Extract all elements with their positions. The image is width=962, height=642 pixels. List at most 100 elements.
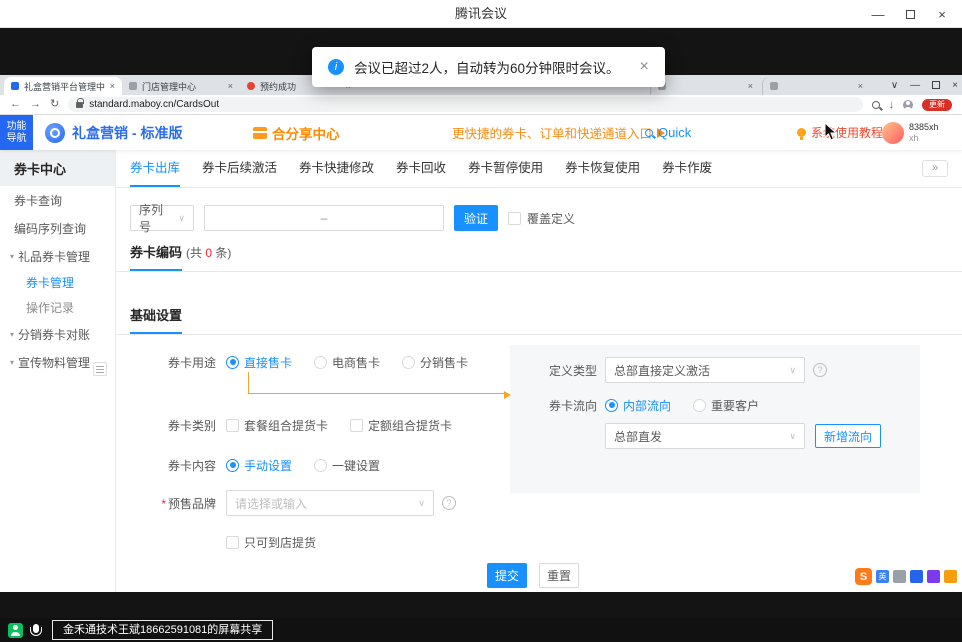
browser-maximize-icon[interactable] <box>932 81 940 89</box>
card-usage-label: 券卡用途 <box>116 354 226 371</box>
quick-search[interactable]: Quick <box>645 115 691 150</box>
plugin-icon-3[interactable] <box>927 570 940 583</box>
content-option-onekey[interactable]: 一键设置 <box>314 457 380 474</box>
tab-card-recall[interactable]: 券卡回收 <box>396 150 446 187</box>
microphone-icon[interactable] <box>33 624 39 633</box>
radio-selected-icon[interactable] <box>605 399 618 412</box>
radio-selected-icon[interactable] <box>226 356 239 369</box>
url-bar[interactable]: standard.maboy.cn/CardsOut <box>68 97 862 112</box>
category-option-combo[interactable]: 套餐组合提货卡 <box>226 417 328 434</box>
tab-close-icon[interactable]: × <box>858 81 863 91</box>
serial-field-select[interactable]: 序列号 ∨ <box>130 205 194 231</box>
verify-button[interactable]: 验证 <box>454 205 498 231</box>
forward-icon[interactable]: → <box>30 99 41 110</box>
tab-label: 门店管理中心 <box>142 80 223 93</box>
usage-option-ecommerce[interactable]: 电商售卡 <box>314 354 380 371</box>
tab-card-pause[interactable]: 券卡暂停使用 <box>468 150 543 187</box>
category-option-fixed[interactable]: 定额组合提货卡 <box>350 417 452 434</box>
refresh-icon[interactable]: ↻ <box>50 99 59 110</box>
browser-minimize-icon[interactable]: — <box>910 80 920 91</box>
content-option-manual[interactable]: 手动设置 <box>226 457 292 474</box>
sidebar-item-code-serial-query[interactable]: 编码序列查询 <box>0 214 115 242</box>
browser-close-icon[interactable]: × <box>952 80 958 91</box>
checkbox-icon[interactable] <box>226 419 239 432</box>
toast-close-icon[interactable]: × <box>640 58 649 76</box>
tab-card-void[interactable]: 券卡作废 <box>662 150 712 187</box>
tab-close-icon[interactable]: × <box>110 81 115 91</box>
profile-icon[interactable] <box>903 100 913 110</box>
add-flow-button[interactable]: 新增流向 <box>815 424 881 448</box>
nav-toggle-button[interactable]: 功能导航 <box>0 115 33 150</box>
help-icon[interactable]: ? <box>442 496 456 510</box>
tab-card-resume[interactable]: 券卡恢复使用 <box>565 150 640 187</box>
presale-brand-select[interactable]: 请选择或输入 ∨ <box>226 490 434 516</box>
tab-card-followup-activate[interactable]: 券卡后续激活 <box>202 150 277 187</box>
browser-tab-active[interactable]: 礼盒营销平台管理中心 × <box>4 77 122 95</box>
tabs-collapse-button[interactable]: » <box>922 160 948 177</box>
store-only-checkbox[interactable]: 只可到店提货 <box>226 534 316 551</box>
checkbox-icon[interactable] <box>508 212 521 225</box>
sidebar-collapse-icon[interactable] <box>93 362 107 376</box>
app-header: 功能导航 礼盒营销 - 标准版 合分享中心 更快捷的券卡、订单和快递通道入口 Q… <box>0 115 962 150</box>
radio-selected-icon[interactable] <box>226 459 239 472</box>
define-type-label: 定义类型 <box>510 362 605 379</box>
flow-option-vip[interactable]: 重要客户 <box>693 397 759 414</box>
flow-connector-arrow <box>248 372 508 394</box>
browser-tab[interactable]: × <box>650 77 760 95</box>
flow-target-select[interactable]: 总部直发 ∨ <box>605 423 805 449</box>
checkbox-icon[interactable] <box>350 419 363 432</box>
browser-tab[interactable]: × <box>762 77 870 95</box>
tab-card-quick-edit[interactable]: 券卡快捷修改 <box>299 150 374 187</box>
update-button[interactable]: 更新 <box>922 99 952 111</box>
browser-window: 礼盒营销平台管理中心 × 门店管理中心 × 预约成功 × × <box>0 75 962 592</box>
sidebar-title: 券卡中心 <box>0 150 115 186</box>
share-center-link[interactable]: 合分享中心 <box>253 115 340 150</box>
tab-close-icon[interactable]: × <box>748 81 753 91</box>
serial-range-input[interactable]: – <box>204 205 444 231</box>
sidebar-item-card-mgmt[interactable]: 券卡管理 <box>0 270 115 295</box>
sidebar-item-card-query[interactable]: 券卡查询 <box>0 186 115 214</box>
reset-button[interactable]: 重置 <box>539 563 579 588</box>
minimize-icon: — <box>872 7 885 22</box>
tutorial-label: 系统使用教程 <box>811 124 883 141</box>
minimize-button[interactable]: — <box>862 0 894 28</box>
download-icon[interactable]: ↓ <box>889 99 895 111</box>
usage-option-distribution[interactable]: 分销售卡 <box>402 354 468 371</box>
help-icon[interactable]: ? <box>813 363 827 377</box>
user-menu[interactable]: 8385xh xh <box>882 115 939 150</box>
tab-close-icon[interactable]: × <box>228 81 233 91</box>
tutorial-link[interactable]: 系统使用教程 <box>797 115 883 150</box>
maximize-button[interactable] <box>894 0 926 28</box>
chevron-down-icon: ▾ <box>10 330 14 339</box>
radio-icon[interactable] <box>314 356 327 369</box>
plugin-icon-2[interactable] <box>910 570 923 583</box>
chevron-down-icon: ∨ <box>789 365 796 376</box>
plugin-icon-1[interactable] <box>893 570 906 583</box>
usage-option-direct[interactable]: 直接售卡 <box>226 354 292 371</box>
sidebar-group-distribution[interactable]: ▾ 分销券卡对账 <box>0 320 115 348</box>
flow-option-internal[interactable]: 内部流向 <box>605 397 671 414</box>
sidebar-item-operation-log[interactable]: 操作记录 <box>0 295 115 320</box>
submit-button[interactable]: 提交 <box>487 563 527 588</box>
tab-card-outbound[interactable]: 券卡出库 <box>130 150 180 187</box>
radio-icon[interactable] <box>314 459 327 472</box>
overwrite-checkbox-wrap[interactable]: 覆盖定义 <box>508 210 575 227</box>
sidebar-group-gift-card-mgmt[interactable]: ▾ 礼品券卡管理 <box>0 242 115 270</box>
define-type-select[interactable]: 总部直接定义激活 ∨ <box>605 357 805 383</box>
radio-icon[interactable] <box>693 399 706 412</box>
plugin-logo-icon[interactable]: S <box>855 568 872 585</box>
close-button[interactable]: × <box>926 0 958 28</box>
presenter-avatar <box>8 623 23 638</box>
maximize-icon <box>906 10 915 19</box>
promo-link[interactable]: 更快捷的券卡、订单和快递通道入口 <box>452 115 665 150</box>
plugin-icon-4[interactable] <box>944 570 957 583</box>
overwrite-label: 覆盖定义 <box>527 210 575 227</box>
radio-icon[interactable] <box>402 356 415 369</box>
tab-search-icon[interactable]: ∨ <box>891 80 898 91</box>
checkbox-icon[interactable] <box>226 536 239 549</box>
browser-tab[interactable]: 门店管理中心 × <box>122 77 240 95</box>
back-icon[interactable]: ← <box>10 99 21 110</box>
app-body: 券卡中心 券卡查询 编码序列查询 ▾ 礼品券卡管理 券卡管理 操作记录 ▾ 分销… <box>0 150 962 592</box>
translate-en-icon[interactable]: 英 <box>876 570 889 583</box>
zoom-icon[interactable] <box>872 101 880 109</box>
